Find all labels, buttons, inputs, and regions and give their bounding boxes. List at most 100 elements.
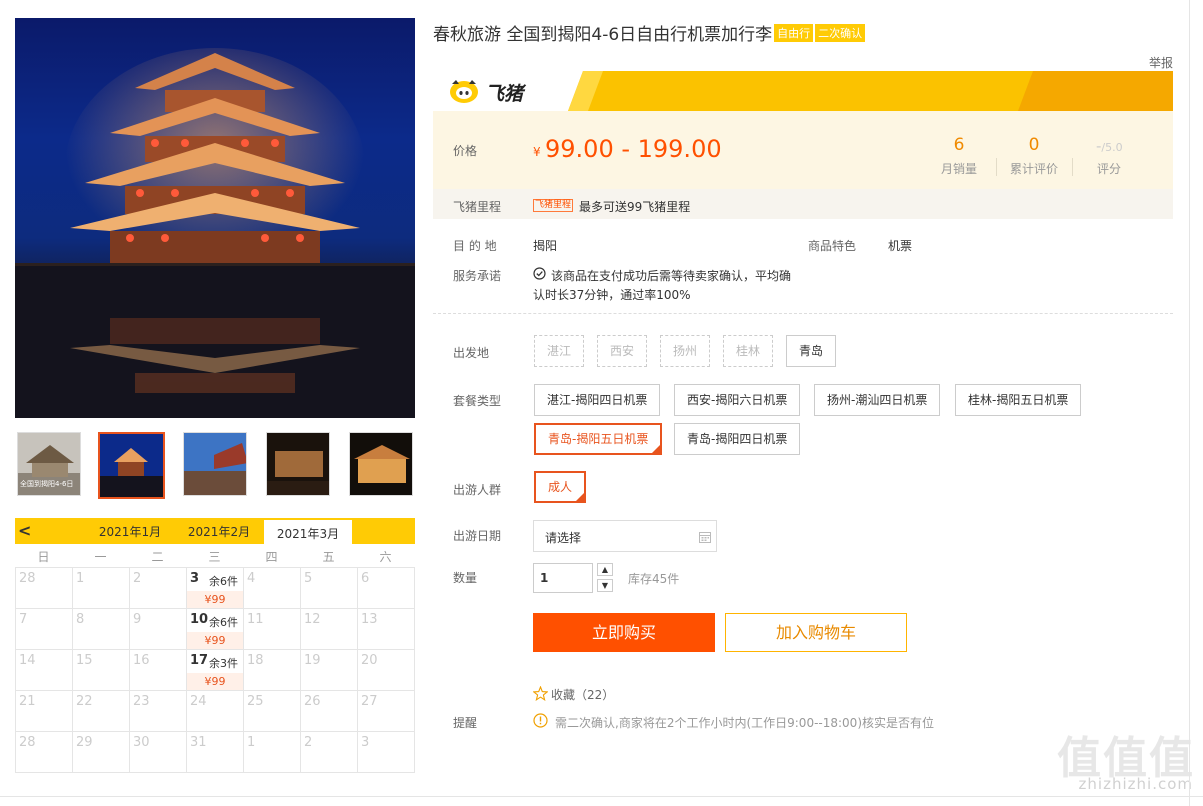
- depart-option-zhanjiang: 湛江: [534, 335, 585, 367]
- quantity-input[interactable]: 1: [533, 563, 593, 593]
- destination-value: 揭阳: [533, 239, 558, 253]
- monthly-sales-label: 月销量: [940, 162, 977, 176]
- calendar-day: 30: [130, 732, 187, 773]
- day-number: 23: [133, 694, 150, 709]
- day-number: 27: [361, 694, 378, 709]
- depart-option-qingdao[interactable]: 青岛: [786, 335, 837, 367]
- day-number: 25: [247, 694, 264, 709]
- calendar-day: 14: [16, 650, 73, 691]
- day-number: 8: [76, 612, 85, 627]
- calendar-tab-mar[interactable]: 2021年3月: [264, 518, 352, 544]
- calendar-day: 28: [16, 568, 73, 609]
- package-option-2[interactable]: 西安-揭阳六日机票: [674, 384, 801, 416]
- day-number: 18: [247, 653, 264, 668]
- report-link[interactable]: 举报: [1149, 54, 1173, 71]
- day-number: 7: [19, 612, 28, 627]
- check-circle-icon: [533, 267, 546, 280]
- calendar-day-available[interactable]: 17 余3件 ¥99: [187, 650, 244, 691]
- day-number: 30: [133, 735, 150, 750]
- calendar-day: 20: [358, 650, 415, 691]
- calendar-prev-button[interactable]: <: [18, 521, 31, 540]
- traveler-label: 出游人群: [453, 483, 502, 497]
- info-circle-icon: [533, 713, 548, 728]
- day-number: 28: [19, 571, 36, 586]
- service-label: 服务承诺: [453, 269, 502, 283]
- day-number: 20: [361, 653, 378, 668]
- tag-free-travel: 自由行: [774, 24, 814, 42]
- day-price: ¥99: [187, 591, 243, 608]
- calendar-day-available[interactable]: 10 余6件 ¥99: [187, 609, 244, 650]
- brand-name: 飞猪: [485, 83, 524, 105]
- calendar-day: 5: [301, 568, 358, 609]
- calendar-day: 19: [301, 650, 358, 691]
- stat-divider: [1072, 158, 1073, 176]
- calendar-day: 13: [358, 609, 415, 650]
- main-product-image: [15, 18, 415, 418]
- day-number: 13: [361, 612, 378, 627]
- feature-label: 商品特色: [808, 239, 857, 253]
- weekday-wed: 三: [208, 550, 221, 564]
- weekday-mon: 一: [94, 550, 107, 564]
- package-option-5-selected[interactable]: 青岛-揭阳五日机票: [534, 423, 663, 455]
- thumbnail-3[interactable]: [183, 432, 247, 496]
- calendar-day: 3: [358, 732, 415, 773]
- product-title-text: 春秋旅游 全国到揭阳4-6日自由行机票加行李: [433, 25, 773, 45]
- rating-value: -/5.0: [1096, 137, 1123, 155]
- rating-label: 评分: [1097, 162, 1122, 176]
- favorite-count: 收藏（22）: [551, 688, 615, 702]
- calendar-tab-jan[interactable]: 2021年1月: [86, 518, 174, 544]
- day-number: 3: [190, 571, 200, 586]
- weekday-thu: 四: [265, 550, 278, 564]
- day-number: 17: [190, 653, 209, 668]
- quantity-increase-button[interactable]: ▲: [597, 563, 613, 576]
- day-stock: 余6件: [209, 575, 238, 588]
- rating-max: /5.0: [1101, 141, 1123, 154]
- depart-label: 出发地: [453, 346, 490, 360]
- quantity-label: 数量: [453, 571, 478, 585]
- quantity-decrease-button[interactable]: ▼: [597, 579, 613, 592]
- calendar-day: 1: [244, 732, 301, 773]
- package-option-3[interactable]: 扬州-潮汕四日机票: [814, 384, 941, 416]
- calendar-day: 16: [130, 650, 187, 691]
- package-option-6[interactable]: 青岛-揭阳四日机票: [674, 423, 801, 455]
- add-to-cart-button[interactable]: 加入购物车: [725, 613, 907, 652]
- mileage-badge: 飞猪里程: [533, 199, 574, 212]
- day-number: 12: [304, 612, 321, 627]
- thumbnail-5[interactable]: [349, 432, 413, 496]
- buy-now-button[interactable]: 立即购买: [533, 613, 715, 652]
- day-number: 4: [247, 571, 256, 586]
- review-count-label: 累计评价: [1009, 162, 1058, 176]
- calendar-day: 26: [301, 691, 358, 732]
- calendar-tab-feb[interactable]: 2021年2月: [175, 518, 263, 544]
- price-panel: [433, 111, 1173, 189]
- calendar-day: 27: [358, 691, 415, 732]
- thumbnail-1[interactable]: 全国到揭阳4-6日: [17, 432, 81, 496]
- day-number: 31: [190, 735, 207, 750]
- calendar-day: 7: [16, 609, 73, 650]
- depart-option-xian: 西安: [597, 335, 648, 367]
- traveler-option-adult[interactable]: 成人: [534, 471, 587, 503]
- thumbnail-4[interactable]: [266, 432, 330, 496]
- page-edge-line: [1189, 0, 1190, 806]
- date-placeholder: 请选择: [545, 531, 582, 545]
- day-stock: 余3件: [209, 657, 238, 670]
- day-number: 22: [76, 694, 93, 709]
- package-option-1[interactable]: 湛江-揭阳四日机票: [534, 384, 661, 416]
- thumbnail-2-selected[interactable]: [98, 432, 165, 499]
- day-stock: 余6件: [209, 616, 238, 629]
- tag-reconfirm: 二次确认: [815, 24, 866, 42]
- day-number: 16: [133, 653, 150, 668]
- package-option-4[interactable]: 桂林-揭阳五日机票: [955, 384, 1082, 416]
- calendar-day: 8: [73, 609, 130, 650]
- calendar-day: 6: [358, 568, 415, 609]
- brand-banner: 飞猪: [433, 71, 1173, 111]
- day-number: 14: [19, 653, 36, 668]
- calendar-day: 24: [187, 691, 244, 732]
- day-number: 10: [190, 612, 209, 627]
- calendar-day-available[interactable]: 3 余6件 ¥99: [187, 568, 244, 609]
- day-number: 5: [304, 571, 313, 586]
- calendar-grid: 28 1 2 3 余6件 ¥99 4 5 6 7 8 9 10 余6件 ¥99 11 12 13 14 15 16 17 余…: [15, 567, 415, 773]
- monthly-sales-value: 6: [953, 135, 965, 155]
- date-picker-input[interactable]: 请选择: [533, 520, 717, 552]
- reminder-text: 需二次确认,商家将在2个工作小时内(工作日9:00--18:00)核实是否有位: [555, 716, 935, 730]
